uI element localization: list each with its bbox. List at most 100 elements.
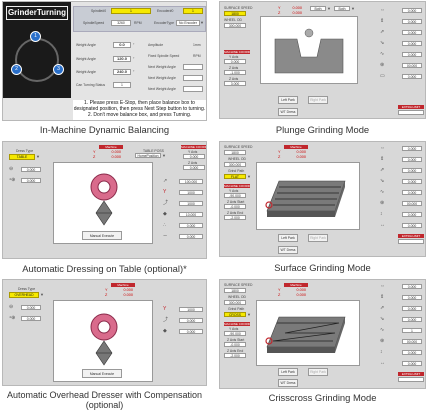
right-value[interactable]: 00.000	[402, 201, 422, 206]
right-value[interactable]: 100.000	[179, 179, 203, 184]
right-value[interactable]: 0.000	[402, 74, 422, 79]
coord-value[interactable]: -2.000	[224, 353, 246, 358]
wt-dress-button[interactable]: WT Dress	[278, 379, 298, 387]
right-value[interactable]: 0.000	[402, 146, 422, 151]
dress-type-label: Dress Type	[18, 287, 36, 291]
coord-value[interactable]: -90.000	[224, 193, 246, 198]
left-park-button[interactable]: Left Park	[278, 368, 298, 376]
coord-value[interactable]: -1.000	[224, 70, 246, 75]
right-row-field[interactable]	[183, 64, 203, 70]
right-value[interactable]: 1000	[179, 190, 203, 195]
right-value[interactable]: 00.000	[402, 339, 422, 344]
chevron-down-icon[interactable]: ▼	[200, 20, 204, 25]
coord-value[interactable]: -0.000	[224, 204, 246, 209]
dress-type-select[interactable]: OVERHEAD	[9, 292, 39, 298]
grind-path-select[interactable]: FLAT	[224, 174, 246, 179]
left-value[interactable]: 0.000	[21, 305, 41, 310]
wheel-od-value[interactable]: 300.000	[224, 162, 246, 167]
coord-value[interactable]: 3.000	[224, 81, 246, 86]
coord-value[interactable]: 0.000	[183, 165, 205, 170]
right-value[interactable]: 0.000	[179, 223, 203, 228]
right-value[interactable]: 0.000	[402, 284, 422, 289]
coord-value[interactable]: 0.000	[224, 59, 246, 64]
mode-select-a[interactable]: Both	[310, 6, 326, 11]
left-value[interactable]: 0.000	[21, 178, 41, 183]
wt-dress-button[interactable]: WT Dress	[278, 108, 298, 116]
weight-row-value[interactable]: 1	[113, 82, 131, 88]
right-value[interactable]: 1000	[179, 307, 203, 312]
wheel-od-value[interactable]: 300.000	[224, 300, 246, 305]
wheel-od-value[interactable]: 300.000	[224, 23, 246, 28]
dressing-screenshot: Dress Type TABLE ▼ ⊖ 0.000 ⁴⊕ 0.000 Mach…	[2, 141, 207, 259]
coord-value[interactable]: -0.000	[224, 342, 246, 347]
right-value[interactable]: 0.000	[402, 212, 422, 217]
chevron-down-icon[interactable]: ▼	[162, 153, 166, 158]
right-value[interactable]: 10.000	[179, 212, 203, 217]
grind-path-select[interactable]: CROSS	[224, 312, 246, 317]
right-value[interactable]: 0.000	[402, 190, 422, 195]
right-park-button[interactable]: Right Park	[308, 368, 328, 376]
left-park-button[interactable]: Left Park	[278, 96, 298, 104]
right-park-button[interactable]: Right Park	[308, 96, 328, 104]
spindle-value[interactable]: 1	[111, 8, 151, 14]
extra-limit-field[interactable]	[398, 239, 424, 244]
right-value[interactable]: 0.000	[402, 179, 422, 184]
manual-execute-button[interactable]: Manual Execute	[82, 231, 122, 240]
wave-icon: ∿	[380, 189, 385, 195]
balance-dot-1[interactable]: 1	[30, 31, 41, 42]
right-value[interactable]: 0.000	[179, 329, 203, 334]
balance-dot-2[interactable]: 2	[11, 64, 22, 75]
table-pos-select[interactable]: HomePosition	[135, 153, 161, 158]
right-value[interactable]: 0.000	[402, 52, 422, 57]
chevron-down-icon[interactable]: ▼	[327, 6, 331, 11]
left-value[interactable]: 0.000	[21, 316, 41, 321]
surface-speed-value[interactable]: 1800	[224, 11, 246, 16]
encoder-type-select[interactable]: No Encoder	[176, 20, 200, 26]
weight-row-value[interactable]: 240.0	[113, 69, 131, 75]
left-value[interactable]: 0.000	[21, 167, 41, 172]
coord-value[interactable]: 0.000	[183, 154, 205, 159]
machine-header: Machine	[284, 145, 308, 149]
right-value[interactable]: 0.000	[179, 318, 203, 323]
surface-speed-value[interactable]: 1800	[224, 150, 246, 155]
right-value[interactable]: 0.000	[402, 8, 422, 13]
right-value[interactable]: 0.000	[402, 361, 422, 366]
right-value[interactable]: 0.000	[402, 223, 422, 228]
extra-limit-field[interactable]	[398, 110, 424, 115]
chevron-down-icon[interactable]: ▼	[40, 292, 44, 297]
surface-speed-value[interactable]: 1800	[224, 288, 246, 293]
chevron-down-icon[interactable]: ▼	[36, 154, 40, 159]
encoder-value[interactable]: 1	[183, 8, 203, 14]
right-row-field[interactable]	[183, 86, 203, 92]
left-park-button[interactable]: Left Park	[278, 234, 298, 242]
right-value[interactable]: 0.000	[402, 157, 422, 162]
right-value[interactable]: 0.000	[402, 168, 422, 173]
right-value[interactable]: 00.000	[402, 63, 422, 68]
mode-select-b[interactable]: Both	[334, 6, 350, 11]
right-value[interactable]: 0.000	[402, 30, 422, 35]
dress-type-select[interactable]: TABLE	[9, 154, 35, 160]
right-value[interactable]: 1	[402, 328, 422, 333]
right-value[interactable]: 0.000	[402, 19, 422, 24]
weight-row-value[interactable]: 0.0	[113, 42, 131, 48]
right-value[interactable]: 0.000	[402, 317, 422, 322]
chevron-down-icon[interactable]: ▼	[351, 6, 355, 11]
right-value[interactable]: 0.000	[402, 41, 422, 46]
right-park-button[interactable]: Right Park	[308, 234, 328, 242]
right-value[interactable]: 0.000	[402, 306, 422, 311]
wt-dress-button[interactable]: WT Dress	[278, 246, 298, 254]
extra-limit-field[interactable]	[398, 377, 424, 382]
chevron-down-icon[interactable]: ▼	[247, 312, 251, 317]
right-value[interactable]: 0.000	[402, 350, 422, 355]
chevron-down-icon[interactable]: ▼	[247, 174, 251, 179]
coord-value[interactable]: -90.000	[224, 331, 246, 336]
right-value[interactable]: 0.000	[179, 234, 203, 239]
right-value[interactable]: 0.000	[402, 295, 422, 300]
coord-value[interactable]: -2.000	[224, 215, 246, 220]
right-value[interactable]: 1000	[179, 201, 203, 206]
balance-dot-3[interactable]: 3	[53, 64, 64, 75]
manual-execute-button[interactable]: Manual Execute	[82, 369, 122, 378]
right-row-field[interactable]	[183, 75, 203, 81]
plunge-screenshot: SURFACE SPEED 1800 WHEEL OD 300.000 Y 0.…	[219, 1, 426, 119]
weight-row-value[interactable]: 120.0	[113, 56, 131, 62]
